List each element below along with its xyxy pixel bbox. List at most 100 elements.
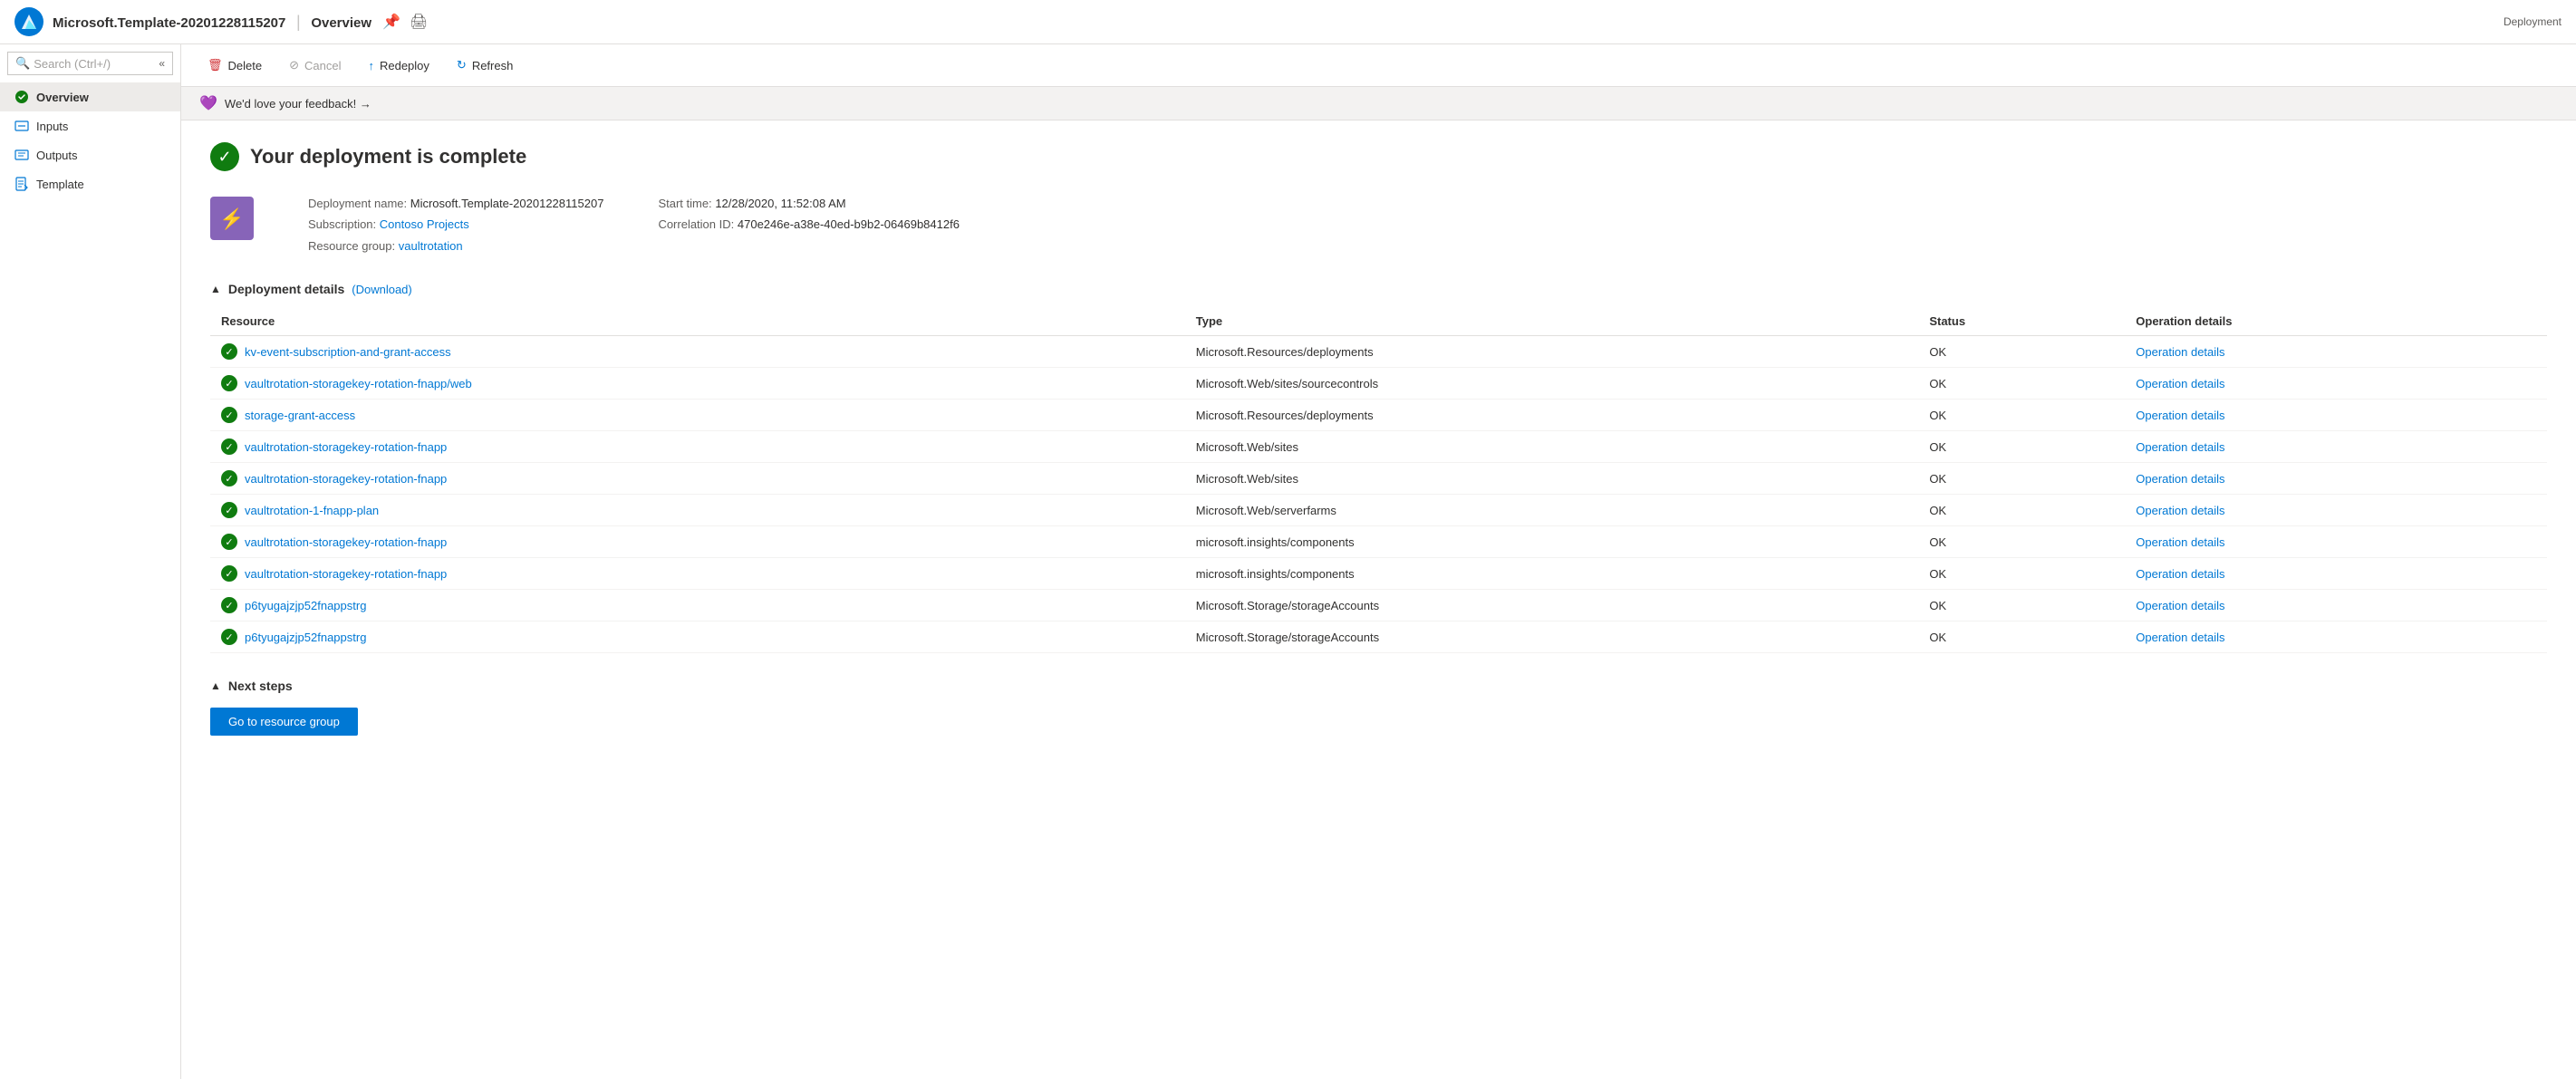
type-cell: Microsoft.Web/serverfarms xyxy=(1185,495,1919,526)
resource-link[interactable]: vaultrotation-1-fnapp-plan xyxy=(245,504,379,517)
deployment-table: Resource Type Status Operation details ✓… xyxy=(210,307,2547,653)
row-check-icon: ✓ xyxy=(221,629,237,645)
operation-details-link[interactable]: Operation details xyxy=(2136,504,2224,517)
table-row: ✓ storage-grant-access Microsoft.Resourc… xyxy=(210,400,2547,431)
start-label: Start time: xyxy=(658,197,711,210)
operation-details-link[interactable]: Operation details xyxy=(2136,631,2224,644)
resource-link[interactable]: p6tyugajzjp52fnappstrg xyxy=(245,599,366,612)
collapse-next-icon[interactable]: ▲ xyxy=(210,679,221,692)
operation-details-link[interactable]: Operation details xyxy=(2136,377,2224,390)
resource-link[interactable]: kv-event-subscription-and-grant-access xyxy=(245,345,451,359)
redeploy-icon: ↑ xyxy=(368,59,374,72)
resource-cell: ✓ vaultrotation-1-fnapp-plan xyxy=(210,495,1185,526)
sidebar-item-template[interactable]: Template xyxy=(0,169,180,198)
status-cell: OK xyxy=(1918,431,2125,463)
resource-link[interactable]: vaultrotation-storagekey-rotation-fnapp/… xyxy=(245,377,472,390)
status-cell: OK xyxy=(1918,590,2125,621)
resource-cell: ✓ vaultrotation-storagekey-rotation-fnap… xyxy=(210,368,1185,400)
type-cell: Microsoft.Web/sites xyxy=(1185,431,1919,463)
print-icon[interactable]: 🖨 xyxy=(410,13,428,31)
operation-details-link[interactable]: Operation details xyxy=(2136,345,2224,359)
feedback-icon: 💜 xyxy=(199,94,217,112)
resource-link[interactable]: vaultrotation-storagekey-rotation-fnapp xyxy=(245,535,447,549)
collapse-icon[interactable]: « xyxy=(159,57,165,70)
delete-icon: 🗑 xyxy=(207,58,223,72)
main-layout: 🔍 « Overview Inputs Outputs xyxy=(0,44,2576,1079)
overview-icon xyxy=(14,90,29,104)
status-cell: OK xyxy=(1918,621,2125,653)
operation-cell: Operation details xyxy=(2125,590,2547,621)
next-steps-header: ▲ Next steps xyxy=(210,679,2547,693)
next-steps-heading: Next steps xyxy=(228,679,293,693)
cancel-button[interactable]: ⊘ Cancel xyxy=(277,52,352,79)
feedback-text[interactable]: We'd love your feedback! → xyxy=(225,97,371,111)
resource-link[interactable]: storage-grant-access xyxy=(245,409,355,422)
row-check-icon: ✓ xyxy=(221,438,237,455)
resource-link[interactable]: p6tyugajzjp52fnappstrg xyxy=(245,631,366,644)
rg-link[interactable]: vaultrotation xyxy=(399,239,463,253)
table-row: ✓ p6tyugajzjp52fnappstrg Microsoft.Stora… xyxy=(210,590,2547,621)
type-cell: Microsoft.Resources/deployments xyxy=(1185,400,1919,431)
download-link[interactable]: (Download) xyxy=(352,283,411,296)
operation-details-link[interactable]: Operation details xyxy=(2136,599,2224,612)
name-value: Microsoft.Template-20201228115207 xyxy=(410,197,604,210)
top-bar-separator: | xyxy=(296,13,301,31)
sidebar-item-inputs[interactable]: Inputs xyxy=(0,111,180,140)
resource-cell: ✓ storage-grant-access xyxy=(210,400,1185,431)
search-box[interactable]: 🔍 « xyxy=(7,52,173,75)
search-input[interactable] xyxy=(34,57,155,71)
search-icon: 🔍 xyxy=(15,56,30,71)
operation-cell: Operation details xyxy=(2125,495,2547,526)
subscription-label: Subscription: xyxy=(308,217,376,231)
sidebar-item-outputs[interactable]: Outputs xyxy=(0,140,180,169)
operation-details-link[interactable]: Operation details xyxy=(2136,472,2224,486)
resource-link[interactable]: vaultrotation-storagekey-rotation-fnapp xyxy=(245,567,447,581)
top-bar-title: Microsoft.Template-20201228115207 xyxy=(53,15,285,31)
type-cell: Microsoft.Storage/storageAccounts xyxy=(1185,590,1919,621)
operation-details-link[interactable]: Operation details xyxy=(2136,567,2224,581)
collapse-details-icon[interactable]: ▲ xyxy=(210,283,221,295)
table-row: ✓ vaultrotation-storagekey-rotation-fnap… xyxy=(210,463,2547,495)
refresh-icon: ↻ xyxy=(457,58,467,72)
template-icon xyxy=(14,177,29,191)
toolbar: 🗑 Delete ⊘ Cancel ↑ Redeploy ↻ Refresh xyxy=(181,44,2576,87)
type-cell: Microsoft.Web/sites/sourcecontrols xyxy=(1185,368,1919,400)
row-check-icon: ✓ xyxy=(221,343,237,360)
sidebar-item-overview[interactable]: Overview xyxy=(0,82,180,111)
resource-link[interactable]: vaultrotation-storagekey-rotation-fnapp xyxy=(245,440,447,454)
type-cell: Microsoft.Resources/deployments xyxy=(1185,336,1919,368)
go-to-resource-group-button[interactable]: Go to resource group xyxy=(210,708,358,736)
resource-cell: ✓ p6tyugajzjp52fnappstrg xyxy=(210,590,1185,621)
sidebar-item-inputs-label: Inputs xyxy=(36,120,68,133)
subscription-link[interactable]: Contoso Projects xyxy=(380,217,469,231)
top-bar: Microsoft.Template-20201228115207 | Over… xyxy=(0,0,2576,44)
operation-details-link[interactable]: Operation details xyxy=(2136,440,2224,454)
operation-details-link[interactable]: Operation details xyxy=(2136,409,2224,422)
redeploy-button[interactable]: ↑ Redeploy xyxy=(356,53,440,79)
resource-link[interactable]: vaultrotation-storagekey-rotation-fnapp xyxy=(245,472,447,486)
deployment-subtitle: Deployment xyxy=(2504,15,2562,28)
delete-button[interactable]: 🗑 Delete xyxy=(196,52,274,79)
row-check-icon: ✓ xyxy=(221,375,237,391)
operation-cell: Operation details xyxy=(2125,431,2547,463)
type-cell: microsoft.insights/components xyxy=(1185,526,1919,558)
operation-cell: Operation details xyxy=(2125,558,2547,590)
corr-label: Correlation ID: xyxy=(658,217,734,231)
inputs-icon xyxy=(14,119,29,133)
col-type: Type xyxy=(1185,307,1919,336)
resource-cell: ✓ kv-event-subscription-and-grant-access xyxy=(210,336,1185,368)
info-left: Deployment name: Microsoft.Template-2020… xyxy=(308,193,603,256)
pin-icon[interactable]: 📌 xyxy=(382,13,400,31)
row-check-icon: ✓ xyxy=(221,502,237,518)
status-cell: OK xyxy=(1918,368,2125,400)
resource-cell: ✓ vaultrotation-storagekey-rotation-fnap… xyxy=(210,558,1185,590)
operation-details-link[interactable]: Operation details xyxy=(2136,535,2224,549)
refresh-button[interactable]: ↻ Refresh xyxy=(445,52,525,79)
type-cell: microsoft.insights/components xyxy=(1185,558,1919,590)
operation-cell: Operation details xyxy=(2125,621,2547,653)
status-cell: OK xyxy=(1918,495,2125,526)
deployment-complete-header: ✓ Your deployment is complete xyxy=(210,142,2547,171)
operation-cell: Operation details xyxy=(2125,463,2547,495)
table-row: ✓ vaultrotation-1-fnapp-plan Microsoft.W… xyxy=(210,495,2547,526)
table-row: ✓ vaultrotation-storagekey-rotation-fnap… xyxy=(210,526,2547,558)
